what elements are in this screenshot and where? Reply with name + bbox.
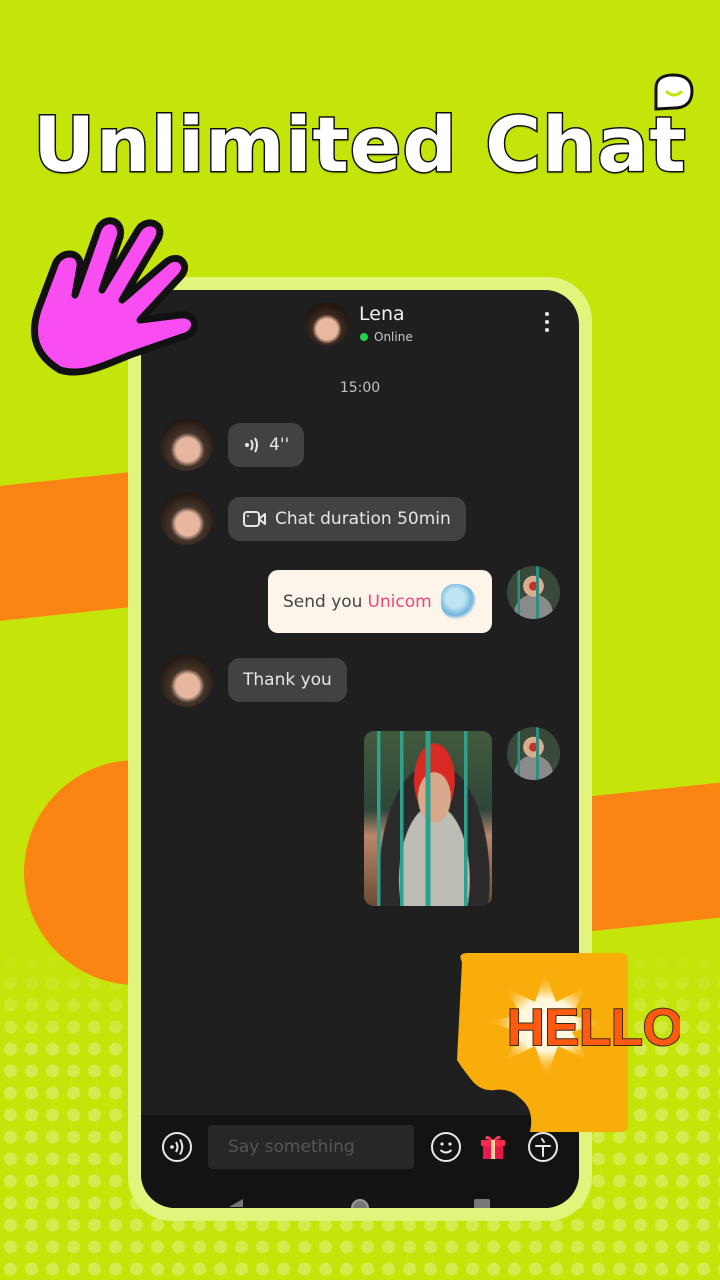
voice-duration: 4'': [269, 435, 290, 455]
voice-icon: [245, 437, 258, 453]
system-navigation-bar: [141, 1199, 579, 1208]
online-dot-icon: [360, 333, 368, 341]
contact-name: Lena: [359, 303, 405, 325]
translate-icon[interactable]: [527, 1131, 559, 1163]
chat-bubble-smile-icon: [654, 73, 694, 111]
text-message-bubble[interactable]: Thank you: [228, 658, 347, 702]
chat-header: ← Lena Online: [141, 290, 579, 368]
call-duration-text: Chat duration 50min: [275, 509, 451, 529]
hello-text: HELLO: [507, 999, 680, 1057]
gift-name: Unicom: [367, 591, 432, 612]
emoji-icon[interactable]: [430, 1131, 462, 1163]
nav-recents-icon[interactable]: [474, 1199, 490, 1208]
image-message[interactable]: [364, 731, 492, 906]
more-vertical-icon[interactable]: [545, 312, 549, 334]
avatar[interactable]: [160, 418, 213, 471]
avatar[interactable]: [160, 654, 213, 707]
my-avatar[interactable]: [507, 566, 560, 619]
voice-input-icon[interactable]: [161, 1131, 193, 1163]
voice-message-bubble[interactable]: 4'': [228, 423, 305, 467]
gift-prefix: Send you: [283, 591, 363, 612]
message-timestamp: 15:00: [339, 380, 381, 396]
nav-home-icon[interactable]: [351, 1199, 369, 1208]
contact-avatar[interactable]: [305, 302, 349, 346]
hello-sticker: HELLO: [457, 953, 680, 1132]
video-camera-icon: [243, 511, 266, 527]
unicorn-gift-icon: [441, 583, 477, 620]
waving-hand-icon: [31, 217, 198, 376]
message-input[interactable]: [208, 1125, 414, 1169]
status-text: Online: [374, 330, 413, 344]
message-text: Thank you: [243, 670, 332, 690]
contact-status: Online: [360, 330, 413, 344]
video-call-bubble[interactable]: Chat duration 50min: [228, 497, 466, 541]
nav-back-icon[interactable]: [229, 1199, 243, 1207]
my-avatar[interactable]: [507, 727, 560, 780]
gift-message-bubble[interactable]: Send you Unicom: [268, 570, 492, 633]
avatar[interactable]: [160, 492, 213, 545]
promo-headline: Unlimited Chat: [32, 99, 687, 191]
